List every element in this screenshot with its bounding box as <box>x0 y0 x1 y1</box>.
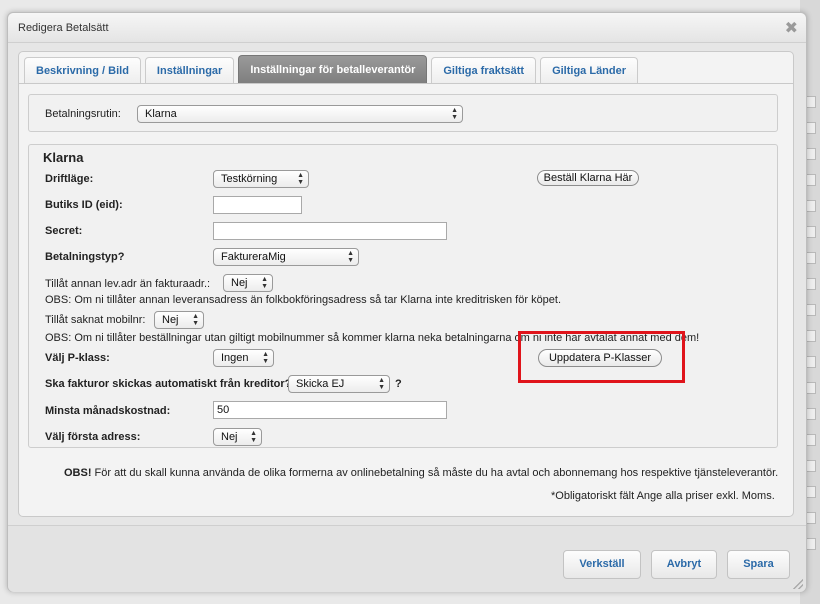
klarna-heading: Klarna <box>43 150 84 165</box>
auto-send-invoices-value: Skicka EJ <box>296 378 345 390</box>
secret-input[interactable] <box>213 222 447 240</box>
shop-id-label: Butiks ID (eid): <box>45 199 123 211</box>
updown-arrows-icon: ▲ ▼ <box>378 377 385 391</box>
min-monthly-cost-label: Minsta månadskostnad: <box>45 405 171 417</box>
document-icon <box>806 226 816 238</box>
first-address-select[interactable]: Nej ▲ ▼ <box>213 428 262 446</box>
allow-missing-mobile-value: Nej <box>162 314 179 326</box>
p-class-value: Ingen <box>221 352 249 364</box>
document-icon <box>806 278 816 290</box>
tab-description-image[interactable]: Beskrivning / Bild <box>24 57 141 83</box>
shop-id-input[interactable] <box>213 196 302 214</box>
document-icon <box>806 148 816 160</box>
auto-send-invoices-select[interactable]: Skicka EJ ▲ ▼ <box>288 375 390 393</box>
edit-payment-method-dialog: Redigera Betalsätt ✖ Beskrivning / Bild … <box>7 12 807 592</box>
document-icon <box>806 252 816 264</box>
klarna-settings-section: Klarna Driftläge: Testkörning ▲ ▼ Beställ… <box>28 144 778 448</box>
document-icon <box>806 382 816 394</box>
auto-send-help-mark: ? <box>395 378 402 390</box>
document-icon <box>806 538 816 550</box>
document-icon <box>806 96 816 108</box>
save-button[interactable]: Spara <box>727 550 790 579</box>
updown-arrows-icon: ▲ ▼ <box>262 351 269 365</box>
provider-notice: OBS! För att du skall kunna använda de o… <box>64 467 778 479</box>
p-class-select[interactable]: Ingen ▲ ▼ <box>213 349 274 367</box>
close-icon[interactable]: ✖ <box>785 18 798 38</box>
payment-type-select[interactable]: FaktureraMig ▲ ▼ <box>213 248 359 266</box>
apply-button[interactable]: Verkställ <box>563 550 641 579</box>
updown-arrows-icon: ▲ ▼ <box>451 107 458 121</box>
cancel-button[interactable]: Avbryt <box>651 550 717 579</box>
payment-routine-select[interactable]: Klarna ▲ ▼ <box>137 105 463 123</box>
tab-valid-shipping[interactable]: Giltiga fraktsätt <box>431 57 537 83</box>
order-klarna-button[interactable]: Beställ Klarna Här <box>537 170 639 186</box>
dialog-title: Redigera Betalsätt <box>18 22 109 34</box>
payment-routine-section: Betalningsrutin: Klarna ▲ ▼ <box>28 94 778 132</box>
document-icon <box>806 304 816 316</box>
updown-arrows-icon: ▲ ▼ <box>192 313 199 327</box>
tab-content: Betalningsrutin: Klarna ▲ ▼ Klarna Driftl… <box>19 83 793 516</box>
allow-missing-mobile-select[interactable]: Nej ▲ ▼ <box>154 311 204 329</box>
resize-grip-icon[interactable] <box>793 579 803 589</box>
provider-notice-bold: OBS! <box>64 467 92 479</box>
document-icon <box>806 408 816 420</box>
secret-label: Secret: <box>45 225 83 237</box>
payment-routine-label: Betalningsrutin: <box>45 108 121 120</box>
payment-routine-value: Klarna <box>145 108 177 120</box>
allow-other-address-select[interactable]: Nej ▲ ▼ <box>223 274 273 292</box>
document-icon <box>806 512 816 524</box>
provider-notice-text: För att du skall kunna använda de olika … <box>91 467 779 479</box>
highlight-box <box>518 331 685 383</box>
document-icon <box>806 200 816 212</box>
dialog-footer: Verkställ Avbryt Spara <box>8 525 806 592</box>
tab-bar: Beskrivning / Bild Inställningar Inställ… <box>24 55 642 83</box>
tab-valid-countries[interactable]: Giltiga Länder <box>540 57 639 83</box>
tab-provider-settings[interactable]: Inställningar för betalleverantör <box>238 55 428 83</box>
tab-panel: Beskrivning / Bild Inställningar Inställ… <box>18 51 794 517</box>
document-icon <box>806 356 816 368</box>
first-address-label: Välj första adress: <box>45 431 141 443</box>
document-icon <box>806 434 816 446</box>
updown-arrows-icon: ▲ ▼ <box>297 172 304 186</box>
mode-select[interactable]: Testkörning ▲ ▼ <box>213 170 309 188</box>
document-icon <box>806 460 816 472</box>
dialog-titlebar[interactable]: Redigera Betalsätt ✖ <box>8 13 806 43</box>
address-note: OBS: Om ni tillåter annan leveransadress… <box>45 294 562 306</box>
allow-missing-mobile-label: Tillåt saknat mobilnr: <box>45 314 146 326</box>
first-address-value: Nej <box>221 431 238 443</box>
updown-arrows-icon: ▲ ▼ <box>250 430 257 444</box>
required-field-note: *Obligatoriskt fält Ange alla priser exk… <box>551 490 775 502</box>
document-icon <box>806 486 816 498</box>
mode-label: Driftläge: <box>45 173 94 185</box>
document-icon <box>806 174 816 186</box>
document-icon <box>806 330 816 342</box>
min-monthly-cost-input[interactable]: 50 <box>213 401 447 419</box>
allow-other-address-value: Nej <box>231 277 248 289</box>
payment-type-label: Betalningstyp? <box>45 251 125 263</box>
updown-arrows-icon: ▲ ▼ <box>347 250 354 264</box>
tab-settings[interactable]: Inställningar <box>144 57 235 83</box>
updown-arrows-icon: ▲ ▼ <box>261 276 268 290</box>
auto-send-invoices-label: Ska fakturor skickas automatiskt från kr… <box>45 378 292 390</box>
document-icon <box>806 122 816 134</box>
p-class-label: Välj P-klass: <box>45 352 110 364</box>
payment-type-value: FaktureraMig <box>221 251 286 263</box>
mode-value: Testkörning <box>221 173 278 185</box>
allow-other-address-label: Tillåt annan lev.adr än fakturaadr.: <box>45 278 211 290</box>
